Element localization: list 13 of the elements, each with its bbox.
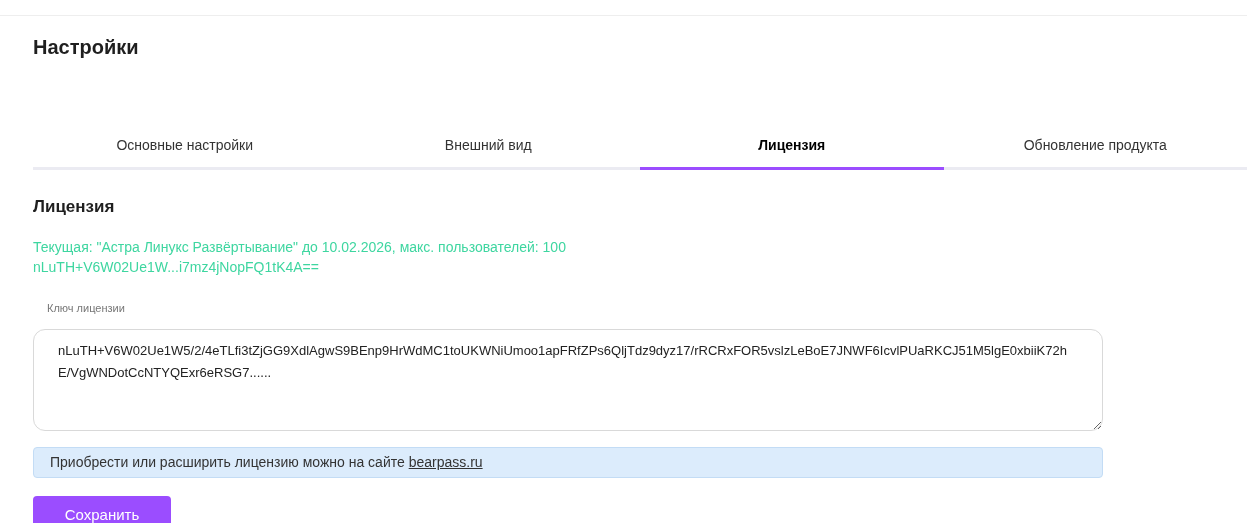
license-info: nLuTH+V6W02Ue1W...i7mz4jNopFQ1tK4A== (33, 257, 319, 277)
license-key-field[interactable]: nLuTH+V6W02Ue1W5/2/4eTLfi3tZjGG9XdlAgwS9BEnp9HrWdMC1toUKWNiUmoo1apFRfZPs6QljTdz9dyz17/rRCRxFOR5vslzLeBoE7JNWF6IcvlPUaRKCJ51M5lgE0xbiiK72hE/VgWNDotCcNTYQExr6eRSG7...... (33, 328, 1103, 431)
tab[interactable]: Лицензия (640, 124, 944, 170)
page-title: Настройки (33, 35, 139, 60)
field-label: Ключ лицензии (47, 301, 125, 314)
save-button[interactable]: Сохранить (33, 495, 171, 523)
site-link[interactable]: bearpass.ru (408, 453, 483, 470)
tab[interactable]: Обновление продукта (943, 124, 1247, 170)
info-text: Приобрести или расширить лицензию можно на сайте bearpass.ru (50, 452, 483, 472)
license-info: Текущая: "Астра Линукс Развёртывание" до 10.02.2026, макс. пользователей: 100 (33, 237, 566, 257)
section-title: Лицензия (33, 196, 115, 218)
tab[interactable]: Основные настройки (33, 124, 337, 170)
tab[interactable]: Внешний вид (336, 124, 640, 170)
